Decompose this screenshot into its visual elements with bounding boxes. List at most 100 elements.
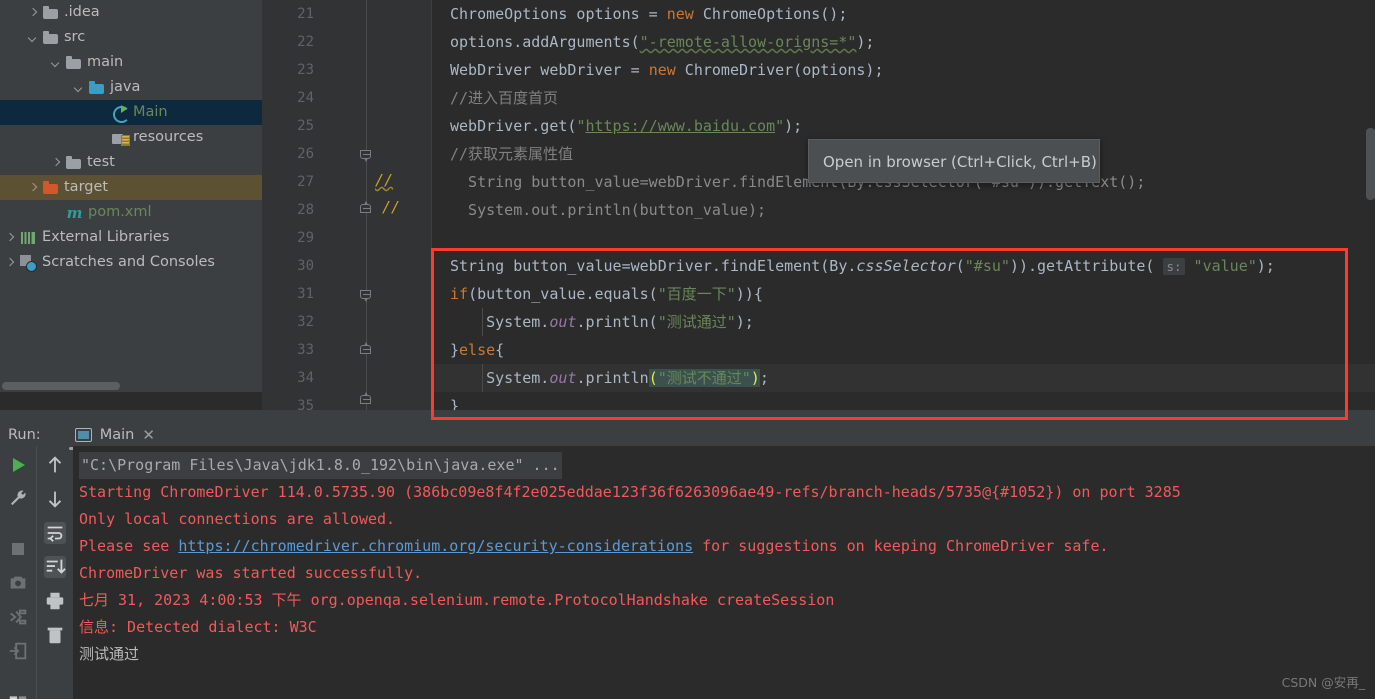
console-text: Only local connections are allowed. [79,510,396,528]
console-text: 测试通过 [79,645,140,663]
code-token: { [495,341,505,359]
fold-marker-collapse-icon[interactable] [360,150,372,162]
code-line[interactable]: if(button_value.equals("百度一下")){ [432,280,1375,308]
arrow-down-icon[interactable] [44,488,66,510]
editor-gutter[interactable]: 21 22 23 24 25 26 27 28 29 30 31 32 33 34 35 // // [262,0,432,414]
code-keyword: new [648,61,676,79]
chevron-down-icon[interactable] [50,56,63,69]
layout-icon[interactable] [7,690,29,699]
tree-item-resources[interactable]: resources [0,125,262,150]
thread-dump-icon[interactable] [7,606,29,628]
line-number: 26 [297,146,314,162]
tree-item-java[interactable]: java [0,75,262,100]
wrench-icon[interactable] [7,488,29,510]
tree-item-idea[interactable]: .idea [0,0,262,25]
code-token: } [450,397,460,410]
fold-marker-collapse-icon[interactable] [360,290,372,302]
code-token: .println [576,369,649,387]
gutter-comment-mark-icon: // [382,198,401,216]
chevron-right-icon[interactable] [50,156,63,169]
close-icon[interactable]: ✕ [142,427,155,443]
tree-item-main[interactable]: Main [0,100,262,125]
code-token: System.out.println(button_value); [450,201,767,219]
tree-item-external-libraries[interactable]: External Libraries [0,225,262,250]
fold-marker-expand-icon[interactable] [360,342,372,357]
code-line[interactable]: System.out.println("测试通过"); [432,308,1375,336]
line-number: 29 [297,230,314,246]
camera-icon[interactable] [7,572,29,594]
bracket-match-open: ( [648,369,658,387]
watermark: CSDN @安再_ [1281,675,1365,690]
console-line: Please see https://chromedriver.chromium… [79,533,1375,560]
code-token: webDriver.get( [450,117,577,135]
chevron-right-icon[interactable] [4,256,17,269]
code-token: ChromeOptions options = [450,5,667,23]
maven-m-icon: m [66,203,83,222]
console-line: ChromeDriver was started successfully. [79,560,1375,587]
scroll-to-end-icon[interactable] [43,556,66,578]
indent-guide [482,364,483,392]
scrollbar-thumb[interactable] [2,382,120,390]
code-string: "测试通过" [657,313,736,331]
chevron-right-icon[interactable] [27,6,40,19]
stop-icon[interactable] [7,538,29,560]
tree-item-main[interactable]: main [0,50,262,75]
tree-item-label: main [87,54,124,70]
run-window-label: Run: [8,427,41,443]
run-console-output[interactable]: "C:\Program Files\Java\jdk1.8.0_192\bin\… [73,446,1375,699]
url-link[interactable]: https://www.baidu.com [585,117,775,135]
project-tree-panel[interactable]: .idea src main java Main resources test target m… [0,0,262,392]
code-method: cssSelector [856,257,956,275]
line-number: 22 [297,34,314,50]
tree-item-pom-xml[interactable]: m pom.xml [0,200,262,225]
tree-item-label: target [64,179,109,195]
libs-icon [20,231,37,245]
fold-marker-expand-icon[interactable] [360,392,372,407]
code-line[interactable]: WebDriver webDriver = new ChromeDriver(o… [432,56,1375,84]
run-toolbar-secondary[interactable] [36,446,72,699]
code-line[interactable]: } [432,392,1375,410]
code-line[interactable]: //进入百度首页 [432,84,1375,112]
console-command-text: "C:\Program Files\Java\jdk1.8.0_192\bin\… [79,452,562,479]
editor-vertical-scrollbar[interactable] [1366,128,1375,200]
gutter-comment-mark-icon: // [375,171,394,189]
bracket-match-close: ) [750,369,760,387]
run-icon[interactable] [7,454,29,476]
chevron-down-icon[interactable] [73,81,86,94]
code-line[interactable]: System.out.println(button_value); [432,196,1375,224]
chevron-down-icon[interactable] [27,31,40,44]
line-number: 28 [297,202,314,218]
tree-item-target[interactable]: target [0,175,262,200]
trash-icon[interactable] [44,624,66,646]
code-editor[interactable]: 21 22 23 24 25 26 27 28 29 30 31 32 33 34 35 // // Chr… [262,0,1375,414]
arrow-up-icon[interactable] [44,454,66,476]
code-line[interactable]: String button_value=webDriver.findElemen… [432,252,1375,280]
idea-window: .idea src main java Main resources test target m… [0,0,1375,699]
tree-item-src[interactable]: src [0,25,262,50]
console-link[interactable]: https://chromedriver.chromium.org/securi… [178,537,693,555]
soft-wrap-icon[interactable] [43,522,66,544]
chevron-right-icon[interactable] [27,181,40,194]
code-text-area[interactable]: ChromeOptions options = new ChromeOption… [432,0,1375,410]
tree-item-scratches-and-consoles[interactable]: Scratches and Consoles [0,250,262,275]
run-toolbar-primary[interactable] [0,446,36,699]
code-line[interactable]: webDriver.get("https://www.baidu.com"); [432,112,1375,140]
code-line[interactable]: System.out.println("测试不通过"); [432,364,1375,392]
tree-item-test[interactable]: test [0,150,262,175]
export-icon[interactable] [7,640,29,662]
chevron-right-icon[interactable] [4,231,17,244]
print-icon[interactable] [44,590,66,612]
line-number: 21 [297,6,314,22]
code-line[interactable]: options.addArguments("-remote-allow-orig… [432,28,1375,56]
code-line[interactable]: ChromeOptions options = new ChromeOption… [432,0,1375,28]
project-tree-horizontal-scrollbar[interactable] [0,380,262,392]
code-line[interactable]: }else{ [432,336,1375,364]
line-number: 24 [297,90,314,106]
fold-marker-expand-icon[interactable] [360,201,372,216]
code-line[interactable] [432,224,1375,252]
console-text: Please see [79,537,179,555]
line-number: 31 [297,286,314,302]
